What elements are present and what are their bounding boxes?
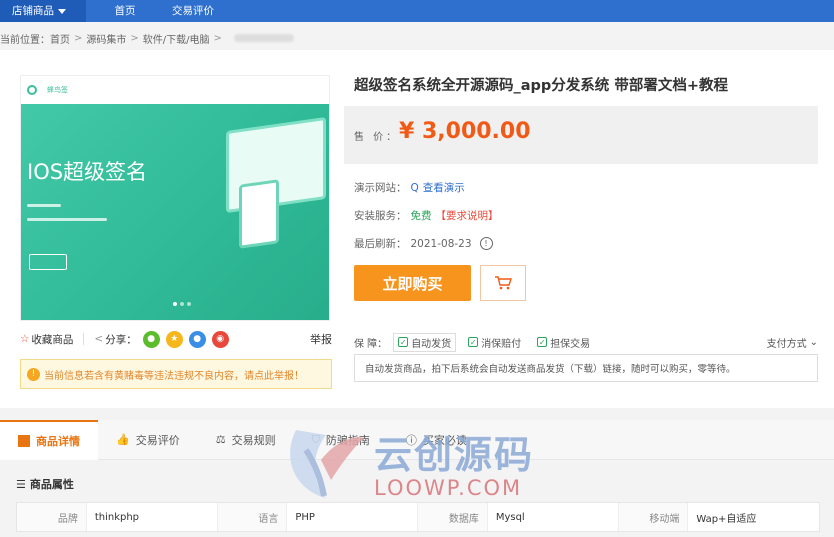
- share-icon: <: [94, 333, 104, 345]
- nav-home[interactable]: 首页: [90, 0, 160, 22]
- demo-label: 演示网站：: [354, 182, 407, 194]
- refresh-label: 最后刷新：: [354, 238, 407, 250]
- check-icon: ✓: [398, 337, 409, 347]
- attr-value: thinkphp: [87, 503, 218, 531]
- carousel-dots[interactable]: [173, 302, 191, 306]
- guarantee-tag-label: 担保交易: [550, 338, 591, 350]
- qzone-icon[interactable]: ★: [165, 330, 183, 348]
- demo-link[interactable]: 查看演示: [423, 180, 465, 195]
- buy-now-button[interactable]: 立即购买: [354, 265, 471, 301]
- breadcrumb-prefix: 当前位置：: [0, 34, 50, 46]
- nav-store-products-label: 店铺商品: [12, 5, 54, 17]
- guarantee-tag-escrow: ✓ 担保交易: [533, 334, 594, 351]
- guarantee-label: 保 障：: [354, 338, 388, 350]
- refresh-date: 2021-08-23: [410, 237, 472, 250]
- guarantee-tag-auto-delivery: ✓ 自动发货: [393, 332, 457, 352]
- attributes-table: 品牌 thinkphp 语言 PHP 数据库 Mysql 移动端 Wap+自适应: [16, 502, 820, 532]
- top-nav: 店铺商品 首页 交易评价: [0, 0, 834, 22]
- demo-row: 演示网站： Q 查看演示: [354, 180, 465, 195]
- breadcrumb-separator: >: [130, 32, 139, 44]
- watermark-en-text: LOOWP.COM: [374, 476, 523, 500]
- price-box: 售 价： ¥ 3,000.00: [344, 106, 818, 164]
- breadcrumb: 当前位置： 首页 > 源码集市 > 软件/下载/电脑 >: [0, 30, 294, 46]
- tab-label: 交易评价: [135, 433, 180, 447]
- hero-button: [29, 254, 67, 270]
- nav-store-products[interactable]: 店铺商品: [0, 0, 86, 22]
- guarantee-tag-label: 自动发货: [411, 338, 452, 350]
- hero-text-line: [27, 204, 61, 207]
- attr-key: 移动端: [618, 503, 689, 531]
- price-value: ¥ 3,000.00: [399, 119, 531, 144]
- attr-key: 数据库: [418, 503, 488, 531]
- cart-icon: [495, 276, 512, 290]
- tab-reviews[interactable]: 👍 交易评价: [98, 420, 198, 460]
- chevron-down-icon: [58, 8, 66, 14]
- warning-text: 当前信息若含有黄赌毒等违法违规不良内容，请点此举报！: [44, 370, 304, 382]
- guarantee-tag-label: 消保赔付: [481, 338, 522, 350]
- favorite-link[interactable]: 收藏商品: [31, 332, 73, 347]
- image-hero: IOS超级签名: [21, 104, 329, 320]
- divider: [83, 333, 85, 345]
- star-icon: ☆: [20, 333, 30, 345]
- install-label: 安装服务：: [354, 210, 407, 222]
- check-icon: ✓: [468, 337, 479, 347]
- product-title: 超级签名系统全开源源码_app分发系统 带部署文档+教程: [354, 78, 728, 94]
- payment-method-label: 支付方式: [766, 338, 807, 350]
- site-logo-text: 蜂鸟签: [47, 86, 68, 94]
- info-icon[interactable]: !: [479, 237, 493, 250]
- tab-details[interactable]: 商品详情: [0, 419, 98, 460]
- watermark-cn-text: 云创源码: [374, 433, 535, 477]
- wechat-icon[interactable]: ●: [142, 330, 160, 348]
- install-value: 免费: [410, 210, 432, 222]
- list-icon: ☰: [16, 477, 26, 491]
- tab-label: 交易规则: [231, 433, 276, 447]
- breadcrumb-item-market[interactable]: 源码集市: [86, 31, 126, 46]
- attr-value: Wap+自适应: [696, 513, 757, 525]
- breadcrumb-separator: >: [74, 32, 83, 44]
- thumbs-up-icon: 👍: [116, 433, 130, 446]
- guarantee-tag-compensation: ✓ 消保赔付: [464, 334, 525, 351]
- watermark-logo-icon: [290, 430, 364, 498]
- breadcrumb-item-category[interactable]: 软件/下载/电脑: [143, 31, 210, 46]
- attr-value: PHP: [287, 503, 418, 531]
- share-label: 分享：: [105, 333, 137, 346]
- product-image[interactable]: 蜂鸟签 IOS超级签名: [20, 75, 330, 321]
- refresh-row: 最后刷新： 2021-08-23 !: [354, 236, 493, 251]
- search-icon: Q: [410, 181, 419, 194]
- attributes-heading-label: 商品属性: [29, 478, 74, 491]
- warning-banner[interactable]: ! 当前信息若含有黄赌毒等违法违规不良内容，请点此举报！: [20, 359, 332, 389]
- share-row: ☆ 收藏商品 < 分享： ● ★ ● ◉ 举报: [20, 328, 332, 350]
- lightbulb-icon: !: [27, 367, 40, 381]
- grid-icon: [18, 434, 30, 447]
- hero-text-line: [27, 218, 107, 221]
- site-logo-icon: [27, 85, 37, 95]
- hero-title: IOS超级签名: [27, 160, 148, 184]
- qq-icon[interactable]: ●: [188, 330, 206, 348]
- breadcrumb-blurred: [233, 34, 294, 42]
- check-icon: ✓: [537, 337, 548, 347]
- attr-key: 品牌: [17, 503, 87, 531]
- price-label: 售 价：: [354, 132, 400, 143]
- attr-key: 语言: [217, 503, 288, 531]
- install-row: 安装服务： 免费 【要求说明】: [354, 208, 499, 223]
- weibo-icon[interactable]: ◉: [211, 330, 229, 348]
- chevron-down-icon: ⌄: [809, 336, 818, 348]
- attributes-heading: ☰ 商品属性: [16, 476, 74, 492]
- delivery-notice: 自动发货商品，拍下后系统会自动发送商品发货（下载）链接，随时可以购买，零等待。: [354, 354, 818, 382]
- image-site-header: 蜂鸟签: [21, 76, 329, 104]
- install-note-link[interactable]: 【要求说明】: [436, 208, 499, 223]
- scale-icon: ⚖: [215, 433, 226, 446]
- hero-phone-illustration: [239, 179, 279, 249]
- add-to-cart-button[interactable]: [480, 265, 526, 301]
- breadcrumb-item-home[interactable]: 首页: [50, 31, 70, 46]
- attr-value: Mysql: [488, 503, 619, 531]
- watermark: 云创源码 LOOWP.COM: [276, 420, 576, 506]
- payment-method-dropdown[interactable]: 支付方式 ⌄: [767, 335, 818, 350]
- report-link[interactable]: 举报: [310, 331, 332, 347]
- nav-reviews[interactable]: 交易评价: [160, 0, 226, 22]
- guarantee-row: 保 障： ✓ 自动发货 ✓ 消保赔付 ✓ 担保交易 支付方式 ⌄: [354, 332, 818, 352]
- tab-label: 商品详情: [36, 434, 80, 448]
- breadcrumb-separator: >: [213, 32, 222, 44]
